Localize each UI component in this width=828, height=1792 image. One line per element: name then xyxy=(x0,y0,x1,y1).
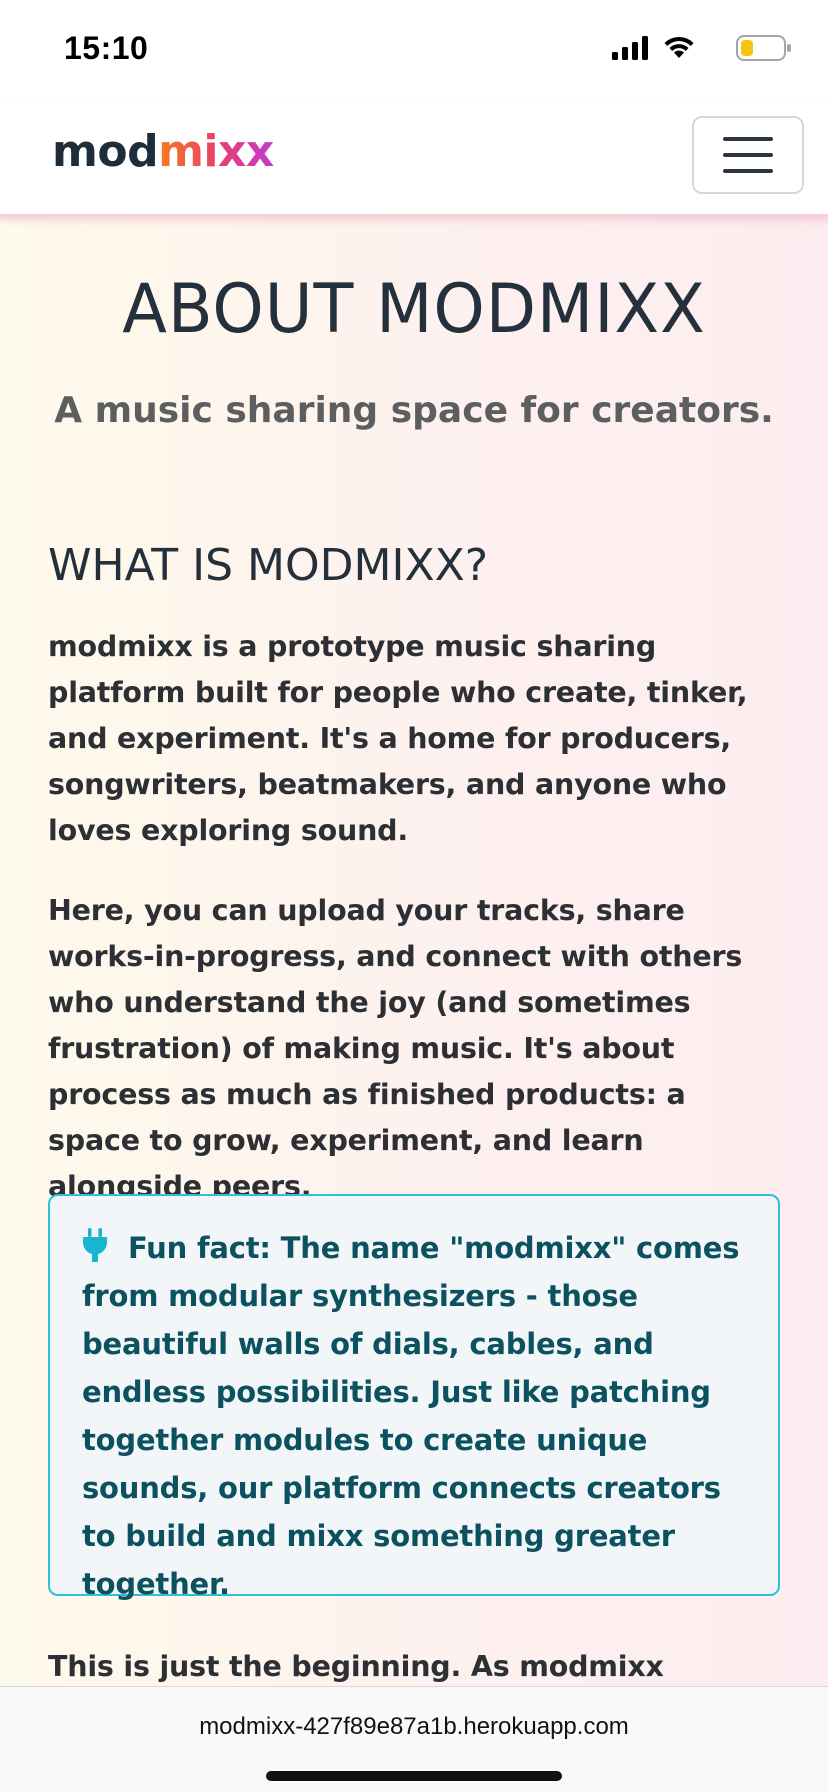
status-icons xyxy=(592,34,792,66)
brand-logo-mod: mod xyxy=(52,126,159,177)
hamburger-menu-icon-bar xyxy=(723,169,773,173)
navbar-divider xyxy=(0,214,828,224)
status-time: 15:10 xyxy=(64,30,149,66)
url-text[interactable]: modmixx-427f89e87a1b.herokuapp.com xyxy=(0,1713,828,1741)
fun-fact-text: Fun fact: The name "modmixx" comes from … xyxy=(82,1231,740,1601)
page-subtitle: A music sharing space for creators. xyxy=(54,390,774,431)
battery-icon xyxy=(736,35,791,61)
plug-icon xyxy=(82,1228,108,1262)
cellular-signal-icon xyxy=(612,36,648,60)
browser-url-bar[interactable]: modmixx-427f89e87a1b.herokuapp.com xyxy=(0,1686,828,1792)
screen: 15:10 modmixx ABOUT MODMIXX A music shar… xyxy=(0,0,828,1792)
wifi-icon xyxy=(664,36,694,58)
navbar: modmixx xyxy=(0,100,828,214)
status-bar: 15:10 xyxy=(0,0,828,100)
fun-fact-callout: Fun fact: The name "modmixx" comes from … xyxy=(48,1194,780,1601)
section-heading: WHAT IS MODMIXX? xyxy=(48,540,489,591)
about-paragraph-1: modmixx is a prototype music sharing pla… xyxy=(48,630,748,847)
hamburger-menu-icon-bar xyxy=(723,153,773,157)
brand-logo[interactable]: modmixx xyxy=(52,126,274,177)
home-indicator[interactable] xyxy=(266,1771,562,1781)
menu-toggle-button[interactable] xyxy=(692,116,804,194)
about-paragraph-2: Here, you can upload your tracks, share … xyxy=(48,894,743,1203)
hamburger-menu-icon xyxy=(723,137,773,141)
page-title: ABOUT MODMIXX xyxy=(122,270,706,349)
brand-logo-mixx: mixx xyxy=(158,126,274,177)
fun-fact-text-block: Fun fact: The name "modmixx" comes from … xyxy=(82,1224,746,1608)
